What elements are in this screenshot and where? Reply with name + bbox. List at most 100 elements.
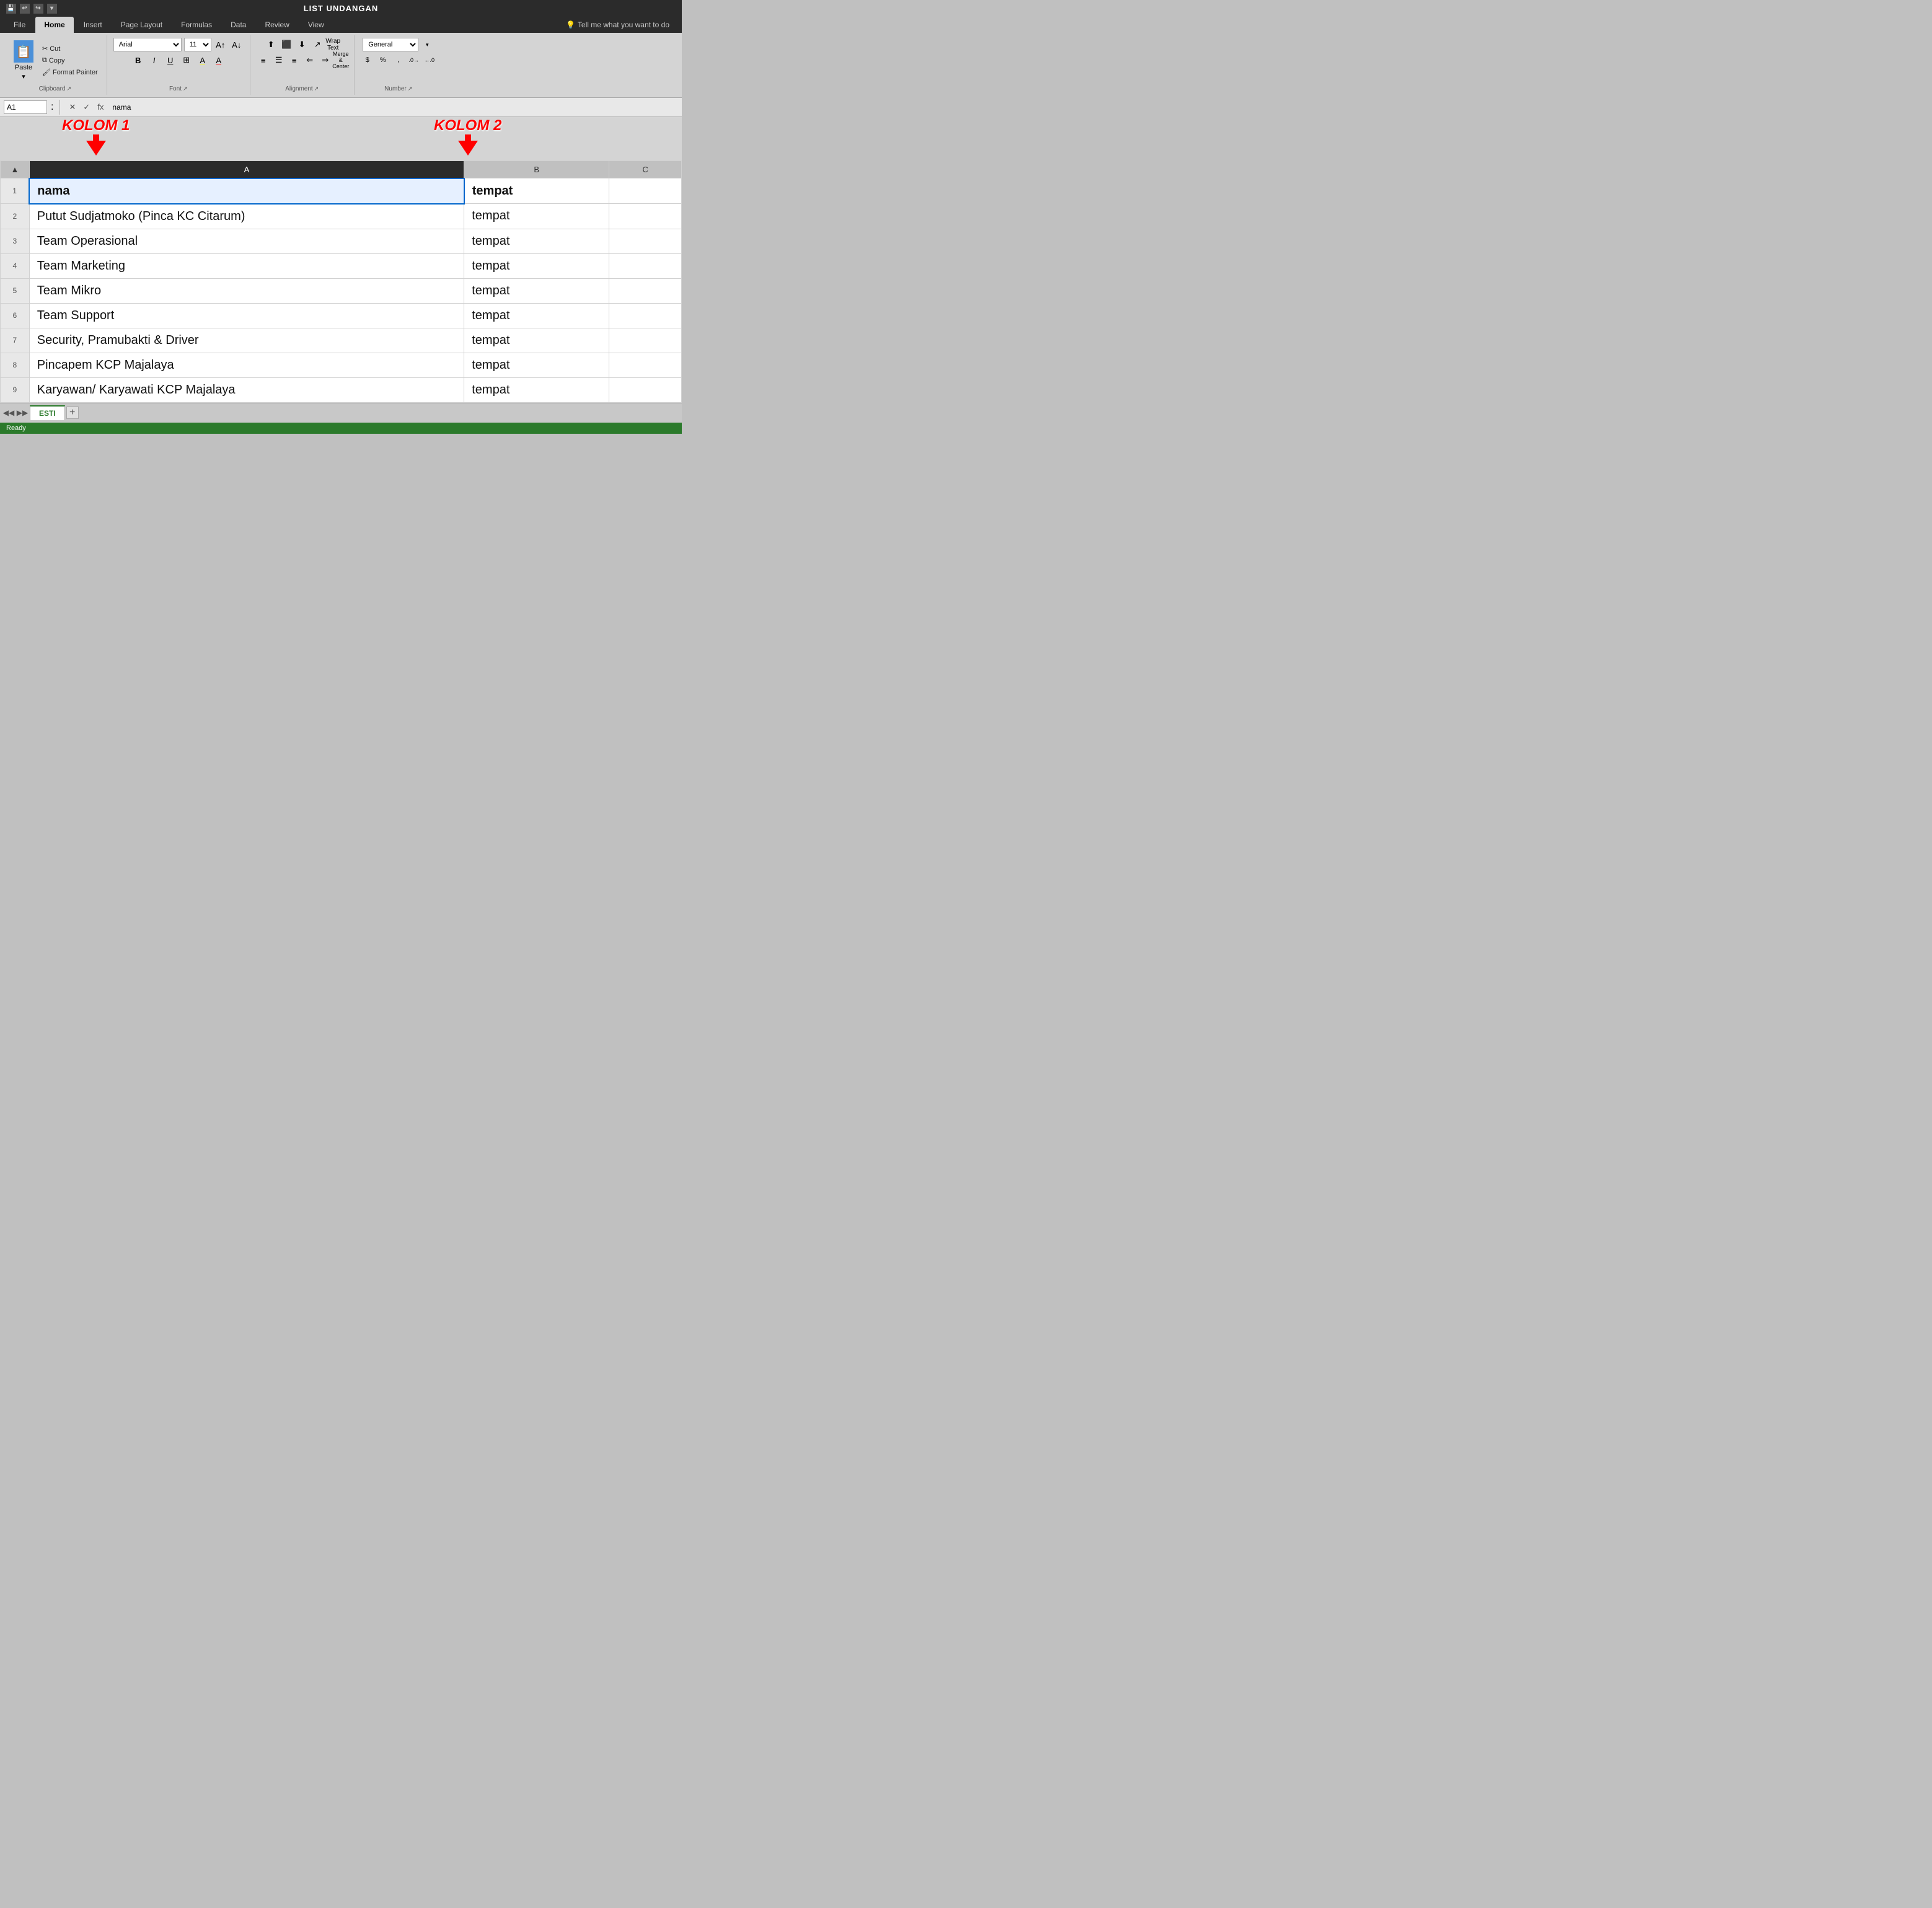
sheet-tab-esti[interactable]: ESTI (30, 405, 65, 420)
bold-button[interactable]: B (131, 53, 145, 67)
tell-me-area[interactable]: 💡 Tell me what you want to do (558, 17, 677, 33)
clipboard-expand-icon[interactable]: ↗ (66, 86, 71, 92)
number-format-select[interactable]: General (363, 38, 418, 51)
font-family-select[interactable]: Arial (113, 38, 182, 51)
cell-col-b[interactable]: tempat (464, 178, 609, 204)
cell-col-c[interactable] (609, 178, 682, 204)
cell-col-b[interactable]: tempat (464, 353, 609, 377)
kolom1-annotation: KOLOM 1 (62, 117, 130, 156)
cell-col-a[interactable]: Putut Sudjatmoko (Pinca KC Citarum) (29, 204, 464, 229)
cell-col-b[interactable]: tempat (464, 204, 609, 229)
align-bottom-button[interactable]: ⬇ (295, 38, 309, 51)
align-right-button[interactable]: ≡ (288, 53, 301, 67)
number-format-expand-icon[interactable]: ▾ (420, 38, 434, 51)
underline-button[interactable]: U (164, 53, 177, 67)
kolom1-arrowhead (86, 141, 106, 156)
cut-button[interactable]: ✂ Cut (40, 43, 100, 54)
increase-decimal-button[interactable]: .0→ (407, 53, 421, 67)
format-painter-button[interactable]: 🖌 Format Painter (40, 67, 100, 77)
cancel-formula-button[interactable]: ✕ (66, 102, 78, 112)
sheet-nav-right-button[interactable]: ▶▶ (16, 407, 29, 419)
cell-col-c[interactable] (609, 229, 682, 253)
fill-color-button[interactable]: A (196, 53, 210, 67)
font-expand-icon[interactable]: ↗ (183, 86, 188, 92)
copy-icon: ⧉ (42, 56, 47, 64)
table-row: 5Team Mikrotempat (1, 278, 682, 303)
paste-icon: 📋 (14, 40, 33, 63)
cell-col-a[interactable]: Karyawan/ Karyawati KCP Majalaya (29, 377, 464, 402)
tab-data[interactable]: Data (222, 17, 255, 33)
redo-btn[interactable]: ↪ (33, 4, 43, 14)
merge-center-button[interactable]: Merge & Center (334, 53, 348, 67)
paste-dropdown-icon[interactable]: ▾ (22, 73, 25, 81)
copy-button[interactable]: ⧉ Copy (40, 55, 100, 66)
align-top-button[interactable]: ⬆ (264, 38, 278, 51)
increase-font-button[interactable]: A↑ (214, 38, 227, 51)
formula-input[interactable] (110, 100, 678, 114)
cell-col-a[interactable]: Security, Pramubakti & Driver (29, 328, 464, 353)
border-button[interactable]: ⊞ (180, 53, 193, 67)
sheet-nav-left-button[interactable]: ◀◀ (2, 407, 15, 419)
font-row-2: B I U ⊞ A A (131, 53, 226, 67)
cell-col-c[interactable] (609, 328, 682, 353)
font-content: Arial 11 A↑ A↓ B I U ⊞ A A (113, 38, 244, 83)
cell-col-a[interactable]: nama (29, 178, 464, 204)
percent-button[interactable]: % (376, 53, 390, 67)
col-header-a[interactable]: A (29, 161, 464, 178)
number-content: General ▾ $ % , .0→ ←.0 (361, 38, 436, 83)
align-middle-button[interactable]: ⬛ (280, 38, 293, 51)
decrease-decimal-button[interactable]: ←.0 (423, 53, 436, 67)
cell-col-a[interactable]: Team Marketing (29, 253, 464, 278)
tab-file[interactable]: File (5, 17, 34, 33)
cell-col-b[interactable]: tempat (464, 253, 609, 278)
cell-col-c[interactable] (609, 377, 682, 402)
cell-col-c[interactable] (609, 303, 682, 328)
align-left-button[interactable]: ≡ (257, 53, 270, 67)
align-center-button[interactable]: ☰ (272, 53, 286, 67)
alignment-expand-icon[interactable]: ↗ (314, 86, 319, 92)
cell-col-a[interactable]: Team Support (29, 303, 464, 328)
col-header-c[interactable]: C (609, 161, 682, 178)
comma-button[interactable]: , (392, 53, 405, 67)
font-size-select[interactable]: 11 (184, 38, 211, 51)
decrease-font-button[interactable]: A↓ (230, 38, 244, 51)
decrease-indent-button[interactable]: ⇐ (303, 53, 317, 67)
tab-page-layout[interactable]: Page Layout (112, 17, 171, 33)
tab-view[interactable]: View (299, 17, 333, 33)
currency-button[interactable]: $ (361, 53, 374, 67)
cell-col-a[interactable]: Team Operasional (29, 229, 464, 253)
format-painter-label: Format Painter (53, 69, 98, 76)
cell-col-b[interactable]: tempat (464, 303, 609, 328)
paste-button[interactable]: 📋 Paste ▾ (10, 38, 37, 83)
cell-col-c[interactable] (609, 353, 682, 377)
cell-col-a[interactable]: Pincapem KCP Majalaya (29, 353, 464, 377)
save-quick-btn[interactable]: 💾 (6, 4, 16, 14)
cell-col-a[interactable]: Team Mikro (29, 278, 464, 303)
tab-formulas[interactable]: Formulas (172, 17, 221, 33)
col-header-b[interactable]: B (464, 161, 609, 178)
cell-reference-box[interactable]: A1 (4, 100, 47, 114)
confirm-formula-button[interactable]: ✓ (81, 102, 92, 112)
more-quick-btn[interactable]: ▾ (47, 4, 57, 14)
cell-col-c[interactable] (609, 278, 682, 303)
increase-indent-button[interactable]: ⇒ (319, 53, 332, 67)
tab-home[interactable]: Home (35, 17, 73, 33)
orientation-button[interactable]: ↗ (311, 38, 324, 51)
cell-col-c[interactable] (609, 253, 682, 278)
undo-btn[interactable]: ↩ (20, 4, 30, 14)
tab-review[interactable]: Review (256, 17, 298, 33)
add-sheet-button[interactable]: + (66, 407, 79, 419)
insert-function-button[interactable]: fx (95, 102, 106, 112)
cell-col-b[interactable]: tempat (464, 278, 609, 303)
cell-col-b[interactable]: tempat (464, 328, 609, 353)
number-expand-icon[interactable]: ↗ (408, 86, 413, 92)
cell-col-b[interactable]: tempat (464, 229, 609, 253)
cell-col-b[interactable]: tempat (464, 377, 609, 402)
wrap-text-button[interactable]: Wrap Text (326, 38, 340, 51)
cell-col-c[interactable] (609, 204, 682, 229)
row-number: 1 (1, 178, 30, 204)
clipboard-content: 📋 Paste ▾ ✂ Cut ⧉ Copy 🖌 Format Painter (10, 38, 100, 83)
italic-button[interactable]: I (148, 53, 161, 67)
font-color-button[interactable]: A (212, 53, 226, 67)
tab-insert[interactable]: Insert (75, 17, 111, 33)
